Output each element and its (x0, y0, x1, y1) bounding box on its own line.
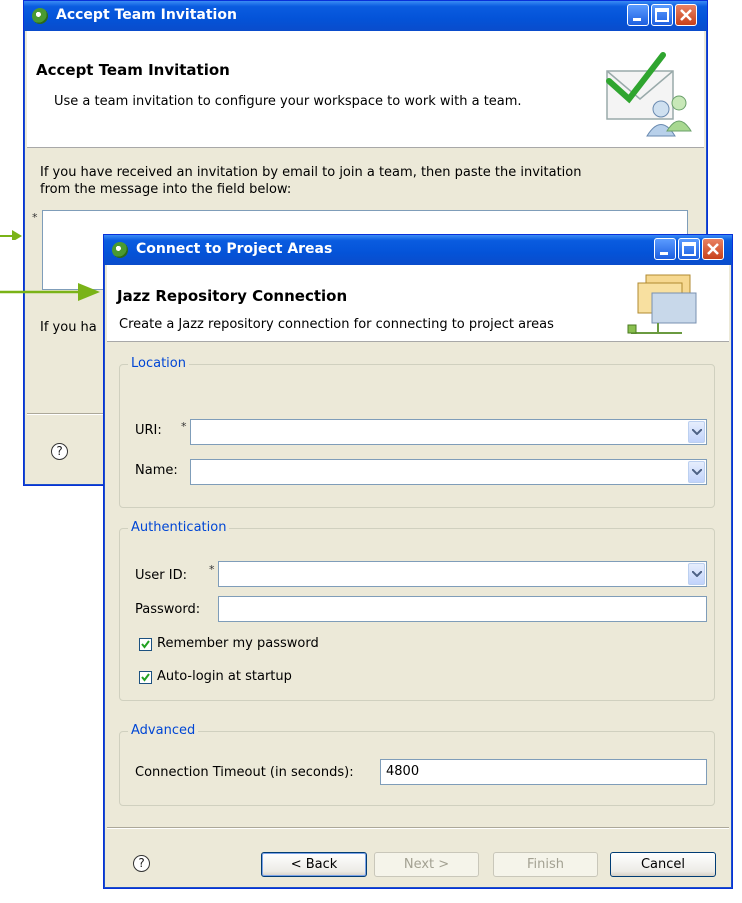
uri-label: URI: (135, 423, 162, 438)
minimize-button[interactable] (627, 4, 649, 26)
finish-button[interactable]: Finish (493, 852, 598, 877)
connect-title-bar[interactable]: Connect to Project Areas (104, 235, 732, 265)
repository-connection-icon (622, 267, 712, 343)
advanced-group-title: Advanced (128, 723, 199, 738)
name-combo[interactable] (190, 459, 707, 485)
envelope-checkmark-icon (599, 41, 699, 145)
invitation-required-marker: * (32, 211, 38, 224)
chevron-down-icon[interactable] (688, 461, 705, 483)
close-button[interactable] (702, 238, 724, 260)
connect-header-description: Create a Jazz repository connection for … (119, 317, 554, 332)
remember-password-checkbox[interactable] (139, 638, 152, 651)
maximize-button[interactable] (678, 238, 700, 260)
jazz-app-icon (112, 242, 128, 258)
password-label: Password: (135, 602, 201, 617)
user-id-combo[interactable] (218, 561, 707, 587)
uri-label-text: URI: (135, 423, 162, 438)
connect-help-icon[interactable]: ? (133, 855, 150, 872)
chevron-down-icon[interactable] (688, 421, 705, 443)
timeout-value: 4800 (386, 764, 420, 779)
uri-combo[interactable] (190, 419, 707, 445)
accept-instructions-line2: from the message into the field below: (40, 182, 292, 197)
connect-header-banner: Jazz Repository Connection Create a Jazz… (107, 265, 729, 342)
timeout-field[interactable]: 4800 (380, 759, 707, 785)
uri-required-marker: * (181, 420, 187, 433)
location-group-title: Location (128, 356, 189, 371)
authentication-group-title: Authentication (128, 520, 230, 535)
accept-header-description: Use a team invitation to configure your … (54, 94, 522, 109)
accept-partial-text: If you ha (40, 320, 97, 335)
auto-login-checkbox[interactable] (139, 671, 152, 684)
accept-help-icon[interactable]: ? (51, 443, 68, 460)
accept-header-banner: Accept Team Invitation Use a team invita… (27, 31, 704, 148)
name-label: Name: (135, 463, 178, 478)
accept-window-title: Accept Team Invitation (56, 7, 237, 23)
user-id-required-marker: * (209, 563, 215, 576)
connect-header-title: Jazz Repository Connection (117, 287, 348, 305)
connector-arrow-2 (0, 283, 100, 301)
timeout-label: Connection Timeout (in seconds): (135, 765, 354, 780)
cancel-button[interactable]: Cancel (610, 852, 716, 877)
next-button[interactable]: Next > (374, 852, 479, 877)
connector-arrow-1 (0, 230, 22, 240)
accept-header-title: Accept Team Invitation (36, 61, 230, 79)
accept-instructions-line1: If you have received an invitation by em… (40, 165, 582, 180)
auto-login-label[interactable]: Auto-login at startup (157, 669, 292, 684)
password-field[interactable] (218, 596, 707, 622)
remember-password-label[interactable]: Remember my password (157, 636, 319, 651)
user-id-label: User ID: (135, 568, 187, 583)
chevron-down-icon[interactable] (688, 563, 705, 585)
connect-to-project-areas-window: Connect to Project Areas Jazz Repository… (103, 234, 733, 889)
connect-footer-separator (107, 827, 729, 829)
maximize-button[interactable] (651, 4, 673, 26)
jazz-app-icon (32, 8, 48, 24)
close-button[interactable] (675, 4, 697, 26)
accept-title-bar[interactable]: Accept Team Invitation (24, 1, 707, 31)
back-button[interactable]: < Back (261, 852, 367, 877)
minimize-button[interactable] (654, 238, 676, 260)
connect-window-title: Connect to Project Areas (136, 241, 333, 257)
